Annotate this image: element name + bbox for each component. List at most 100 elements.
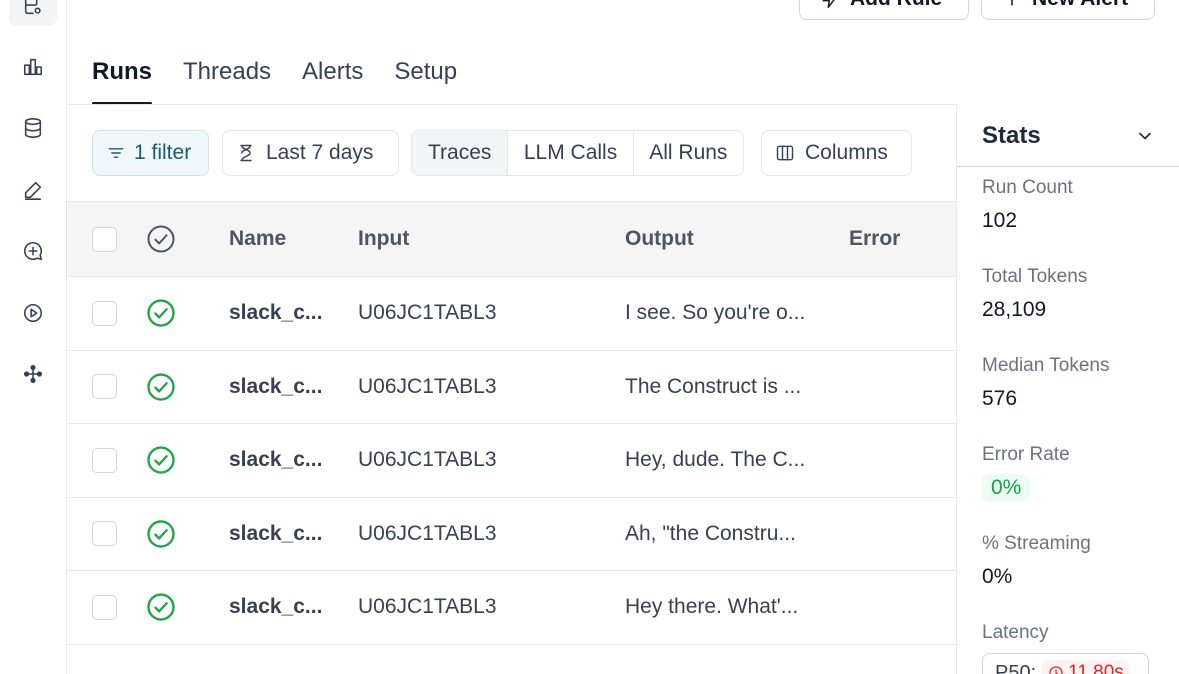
row-input: U06JC1TABL3 [358, 521, 497, 545]
success-check-icon [147, 520, 175, 548]
stat-label: Median Tokens [982, 355, 1110, 376]
add-rule-button[interactable]: Add Rule [799, 0, 969, 20]
table-row[interactable]: slack_c... U06JC1TABL3 Hey there. What'... [68, 571, 956, 645]
stat-value: 576 [982, 387, 1018, 410]
chevron-down-icon[interactable] [1135, 126, 1155, 146]
stat-label: % Streaming [982, 533, 1091, 554]
row-status-cell [146, 424, 176, 497]
row-checkbox[interactable] [92, 447, 117, 473]
row-status-cell [146, 351, 176, 424]
success-check-icon [147, 446, 175, 474]
add-rule-label: Add Rule [850, 0, 942, 11]
graph-nodes-icon [23, 364, 43, 384]
latency-p50-value: 11.80s [1068, 662, 1124, 674]
row-input: U06JC1TABL3 [358, 595, 497, 619]
clock-icon [1049, 666, 1063, 674]
latency-p50-label: P50: [995, 661, 1037, 674]
row-output: I see. So you're o... [625, 301, 806, 325]
filter-label: 1 filter [134, 141, 192, 164]
row-output: The Construct is ... [625, 374, 802, 398]
tab-runs[interactable]: Runs [92, 56, 152, 105]
filter-button[interactable]: 1 filter [92, 130, 209, 176]
monitoring-nav-button[interactable] [9, 47, 57, 87]
row-status-cell [146, 498, 176, 571]
datasets-nav-button[interactable] [9, 108, 57, 148]
row-output: Hey, dude. The C... [625, 448, 806, 472]
row-checkbox-cell [92, 498, 117, 571]
column-header-output[interactable]: Output [625, 202, 694, 276]
table-row[interactable]: slack_c... U06JC1TABL3 Hey, dude. The C... [68, 424, 956, 498]
project-tabs: Runs Threads Alerts Setup [92, 56, 457, 105]
columns-button[interactable]: Columns [761, 130, 912, 176]
row-name[interactable]: slack_c... [229, 424, 322, 497]
tabs-divider [68, 104, 957, 105]
deployments-nav-button[interactable] [9, 293, 57, 333]
row-status-cell [146, 277, 176, 350]
stats-header[interactable]: Stats [957, 105, 1179, 167]
graph-nav-button[interactable] [9, 354, 57, 394]
prompts-nav-button[interactable] [9, 231, 57, 271]
tab-setup[interactable]: Setup [394, 56, 457, 105]
view-option-all-runs[interactable]: All Runs [634, 131, 743, 175]
column-header-error[interactable]: Error [849, 202, 900, 276]
select-all-checkbox[interactable] [92, 226, 117, 252]
row-checkbox-cell [92, 571, 117, 644]
lightning-icon [822, 0, 835, 9]
pencil-icon [24, 181, 42, 200]
row-checkbox[interactable] [92, 300, 117, 326]
row-checkbox[interactable] [92, 374, 117, 400]
tab-threads[interactable]: Threads [183, 56, 271, 105]
column-header-name[interactable]: Name [229, 202, 286, 276]
row-name[interactable]: slack_c... [229, 498, 322, 571]
stat-value: 28,109 [982, 298, 1047, 321]
view-option-traces[interactable]: Traces [412, 131, 509, 175]
chat-plus-icon [24, 241, 43, 261]
annotation-nav-button[interactable] [9, 170, 57, 210]
stat-value: 102 [982, 209, 1018, 232]
error-rate-badge: 0% [982, 474, 1031, 502]
plus-icon [1011, 0, 1013, 6]
stat-error-rate: Error Rate 0% [982, 444, 1070, 502]
stat-label: Run Count [982, 177, 1073, 198]
row-name[interactable]: slack_c... [229, 351, 322, 424]
left-nav-rail [0, 0, 67, 674]
success-check-icon [147, 593, 175, 621]
table-header: Name Input Output Error [68, 201, 956, 277]
row-output: Ah, "the Constru... [625, 521, 796, 545]
filter-icon [108, 148, 124, 158]
tab-alerts[interactable]: Alerts [302, 56, 363, 105]
row-checkbox[interactable] [92, 521, 117, 547]
select-all-cell [92, 202, 117, 276]
date-range-button[interactable]: Last 7 days [222, 130, 399, 176]
table-row[interactable]: slack_c... U06JC1TABL3 I see. So you're o.… [68, 277, 956, 351]
stat-median-tokens: Median Tokens 576 [982, 355, 1109, 411]
run-type-segmented-control: Traces LLM Calls All Runs [411, 130, 744, 176]
stats-title: Stats [982, 121, 1041, 149]
row-checkbox-cell [92, 424, 117, 497]
projects-icon [24, 0, 41, 15]
new-alert-label: New Alert [1032, 0, 1128, 11]
view-option-llm-calls[interactable]: LLM Calls [508, 131, 634, 175]
row-name[interactable]: slack_c... [229, 571, 322, 644]
row-input: U06JC1TABL3 [358, 301, 497, 325]
row-checkbox-cell [92, 351, 117, 424]
projects-nav-button[interactable] [9, 0, 57, 26]
new-alert-button[interactable]: New Alert [981, 0, 1155, 20]
stat-latency: Latency [982, 622, 1049, 644]
table-row[interactable]: slack_c... U06JC1TABL3 The Construct is ..… [68, 350, 956, 424]
table-row[interactable]: slack_c... U06JC1TABL3 Ah, "the Constru... [68, 497, 956, 571]
success-check-icon [147, 373, 175, 401]
row-input: U06JC1TABL3 [358, 448, 497, 472]
stats-panel: Stats Run Count 102 Total Tokens 28,109 … [956, 105, 1179, 674]
row-status-cell [146, 571, 176, 644]
stat-value: 0% [982, 565, 1013, 588]
row-checkbox-cell [92, 277, 117, 350]
runs-table: Name Input Output Error slack_c... U06JC1… [68, 201, 956, 645]
row-name[interactable]: slack_c... [229, 277, 322, 350]
bar-chart-icon [23, 58, 43, 76]
column-header-input[interactable]: Input [358, 202, 409, 276]
play-circle-icon [23, 303, 43, 323]
stat-label: Total Tokens [982, 266, 1088, 287]
stat-total-tokens: Total Tokens 28,109 [982, 266, 1087, 322]
row-checkbox[interactable] [92, 594, 117, 620]
